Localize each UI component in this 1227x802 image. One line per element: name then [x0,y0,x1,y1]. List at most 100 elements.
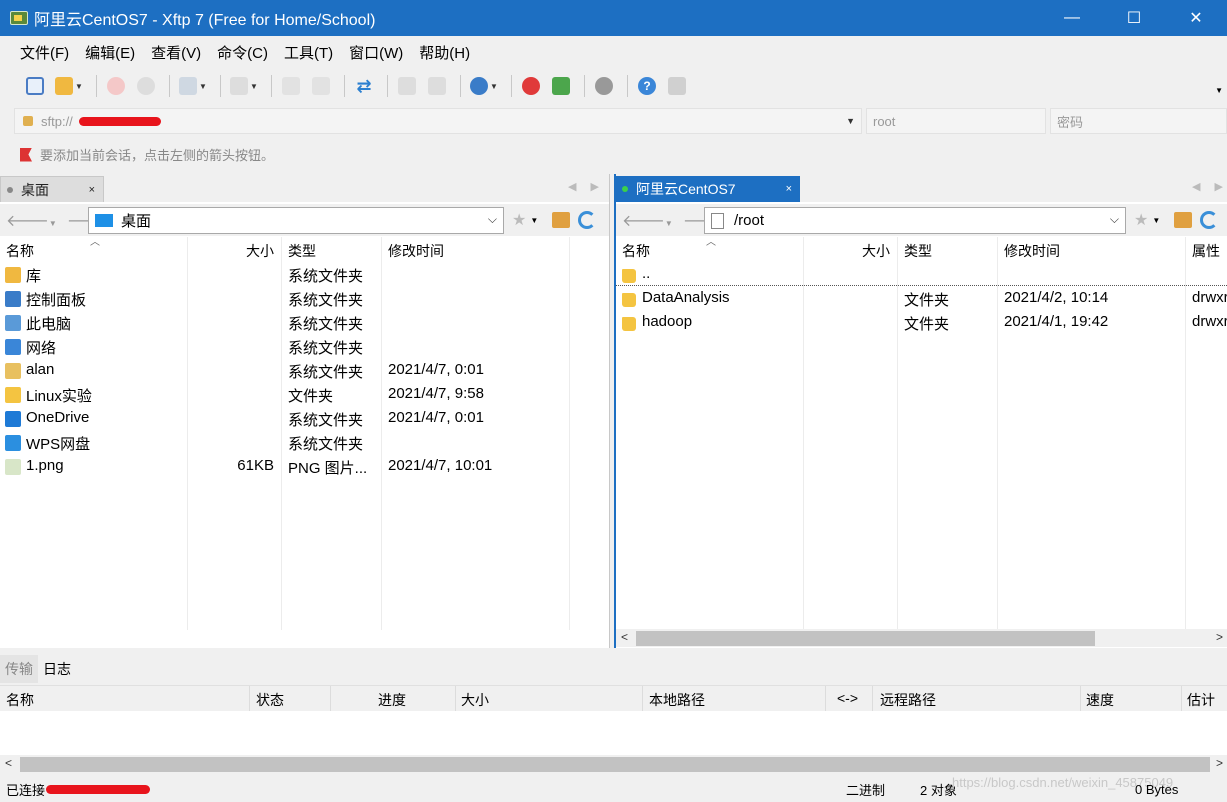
menu-command[interactable]: 命令(C) [209,42,276,63]
chevron-down-icon[interactable]: ⌵ [1110,212,1119,227]
col-direction[interactable]: <-> [837,690,858,706]
password-input[interactable]: 密码 [1050,108,1227,134]
list-item[interactable]: Linux实验 文件夹 2021/4/7, 9:58 [0,383,609,407]
list-item[interactable]: hadoop 文件夹 2021/4/1, 19:42 drwxr [616,311,1227,335]
col-status[interactable]: 状态 [256,690,284,710]
help-button[interactable]: ? [634,74,660,98]
sync-button[interactable]: ⇄ [351,74,377,98]
terminal-button[interactable]: ▼ [227,74,261,98]
tab-desktop[interactable]: 桌面 × [0,176,104,202]
bookmark-flag-icon[interactable] [20,147,32,162]
menu-window[interactable]: 窗口(W) [341,42,411,63]
globe-button[interactable]: ▼ [467,74,501,98]
menu-tools[interactable]: 工具(T) [276,42,341,63]
favorite-star-icon[interactable]: ★ [1134,210,1148,230]
scroll-left-icon[interactable]: < [5,756,12,770]
open-session-button[interactable]: ▼ [52,74,86,98]
refresh-icon[interactable] [578,211,597,229]
scrollbar-thumb[interactable] [636,631,1095,646]
col-size[interactable]: 大小 [862,241,890,261]
tab-transfer[interactable]: 传输 [0,655,38,683]
maximize-button[interactable]: ☐ [1103,0,1165,36]
tab-aliyun-centos[interactable]: 阿里云CentOS7 × [616,176,800,202]
list-item[interactable]: 此电脑 系统文件夹 [0,311,609,335]
back-arrow-icon[interactable]: 🡐▼ [6,210,57,231]
file-type: 系统文件夹 [288,268,364,285]
download-button[interactable] [308,74,334,98]
chat-button[interactable] [664,74,690,98]
list-item[interactable]: .. [616,263,1227,286]
col-type[interactable]: 类型 [904,241,932,261]
transfer-horizontal-scrollbar[interactable]: < > [0,755,1227,773]
close-button[interactable]: ✕ [1165,0,1227,36]
list-item[interactable]: WPS网盘 系统文件夹 [0,431,609,455]
xftp-button[interactable] [548,74,574,98]
col-local-path[interactable]: 本地路径 [649,690,705,710]
connect-button[interactable] [103,74,129,98]
tab-log[interactable]: 日志 [38,655,76,683]
file-type: PNG 图片... [288,460,368,477]
home-icon[interactable] [1174,212,1193,228]
upload-button[interactable] [278,74,304,98]
back-arrow-icon[interactable]: 🡐▼ [622,210,673,231]
scrollbar-thumb[interactable] [20,757,1210,772]
favorite-dropdown-icon[interactable]: ▼ [530,216,538,225]
list-item[interactable]: 1.png 61KB PNG 图片... 2021/4/7, 10:01 [0,455,609,479]
list-item[interactable]: 库 系统文件夹 [0,263,609,287]
local-path-input[interactable]: 桌面 ⌵ [88,207,504,234]
favorite-star-icon[interactable]: ★ [512,210,526,230]
list-item[interactable]: OneDrive 系统文件夹 2021/4/7, 0:01 [0,407,609,431]
disconnect-button[interactable] [133,74,159,98]
col-progress[interactable]: 进度 [378,690,406,710]
copy-button[interactable] [394,74,420,98]
favorite-dropdown-icon[interactable]: ▼ [1152,216,1160,225]
minimize-button[interactable]: — [1041,0,1103,36]
library-icon [5,267,21,283]
col-name[interactable]: 名称 [622,241,650,261]
settings-button[interactable] [591,74,617,98]
col-modified[interactable]: 修改时间 [388,241,444,261]
remote-path-input[interactable]: /root ⌵ [704,207,1126,234]
file-type: 系统文件夹 [288,292,364,309]
col-modified[interactable]: 修改时间 [1004,241,1060,261]
tab-close-icon[interactable]: × [786,183,792,195]
remote-horizontal-scrollbar[interactable]: < > [616,629,1227,647]
url-dropdown-icon[interactable]: ▼ [846,116,855,126]
menu-edit[interactable]: 编辑(E) [77,42,143,63]
scroll-right-icon[interactable]: > [1216,756,1223,770]
col-transfer-name[interactable]: 名称 [6,690,34,710]
list-item[interactable]: DataAnalysis 文件夹 2021/4/2, 10:14 drwxr [616,287,1227,311]
home-icon[interactable] [552,212,571,228]
transfer-area: 传输 日志 名称 状态 进度 大小 本地路径 <-> 远程路径 速度 估计剩 <… [0,655,1227,775]
tab-scroll-arrows[interactable]: ◀▶ [1192,180,1227,193]
tab-scroll-arrows[interactable]: ◀▶ [568,180,613,193]
col-name[interactable]: 名称 [6,241,34,261]
toolbar-overflow-icon[interactable]: ▼ [1215,86,1223,95]
menu-file[interactable]: 文件(F) [12,42,77,63]
transfer-mode[interactable]: 二进制 [846,780,885,799]
list-item[interactable]: 控制面板 系统文件夹 [0,287,609,311]
file-modified: 2021/4/7, 0:01 [388,409,484,426]
new-session-button[interactable] [22,74,48,98]
col-attributes[interactable]: 属性 [1192,241,1220,261]
col-type[interactable]: 类型 [288,241,316,261]
paste-button[interactable] [424,74,450,98]
file-modified: 2021/4/7, 9:58 [388,385,484,402]
menu-view[interactable]: 查看(V) [143,42,209,63]
url-input[interactable]: sftp:// ▼ [14,108,862,134]
chevron-down-icon[interactable]: ⌵ [488,212,497,227]
tab-close-icon[interactable]: × [89,184,95,196]
username-input[interactable]: root [866,108,1046,134]
scroll-right-icon[interactable]: > [1216,630,1223,644]
scroll-left-icon[interactable]: < [621,630,628,644]
menu-help[interactable]: 帮助(H) [411,42,478,63]
col-transfer-size[interactable]: 大小 [461,690,489,710]
col-speed[interactable]: 速度 [1086,690,1114,710]
list-item[interactable]: 网络 系统文件夹 [0,335,609,359]
list-item[interactable]: alan 系统文件夹 2021/4/7, 0:01 [0,359,609,383]
col-remote-path[interactable]: 远程路径 [880,690,936,710]
xshell-button[interactable] [518,74,544,98]
col-size[interactable]: 大小 [246,241,274,261]
refresh-icon[interactable] [1200,211,1219,229]
session-properties-button[interactable]: ▼ [176,74,210,98]
